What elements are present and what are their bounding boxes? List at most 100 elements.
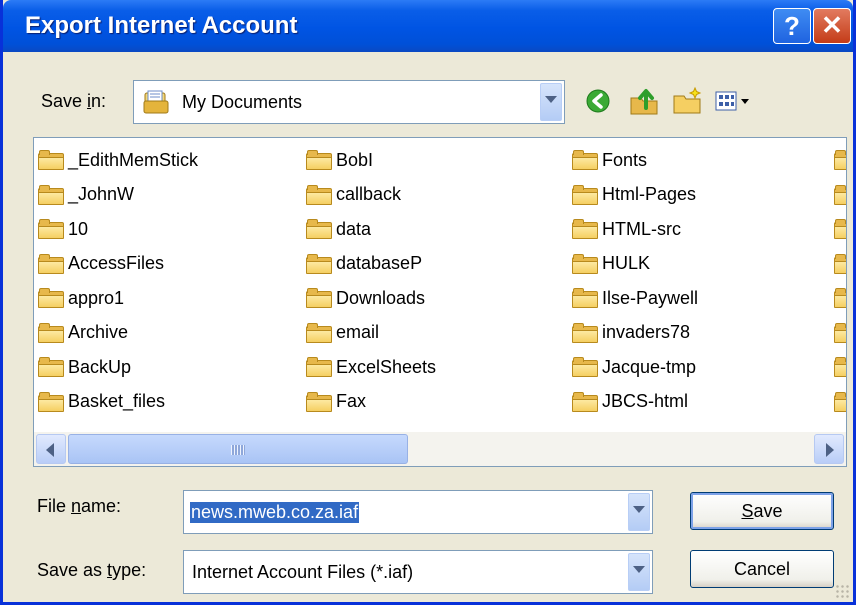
folder-icon [834,391,846,412]
list-item-label: Jacque-tmp [602,356,697,377]
list-item[interactable]: Jacque-tmp [572,351,696,383]
file-name-value[interactable]: news.mweb.co.za.iaf [190,502,360,523]
folder-icon [306,184,332,205]
arrow-right-icon [826,443,834,457]
list-item-label: data [336,218,372,239]
resize-grip-icon[interactable] [835,584,849,598]
save-as-type-dropdown[interactable]: Internet Account Files (*.iaf) [183,550,653,594]
chevron-down-icon [633,566,645,573]
list-item-label: Fax [336,391,367,411]
scroll-left-button[interactable] [36,434,66,464]
list-item[interactable]: email [306,317,379,349]
folder-icon [38,357,64,377]
arrow-left-icon [46,443,54,457]
view-menu-icon[interactable] [711,84,755,118]
list-item[interactable]: Fonts [572,144,647,176]
back-icon[interactable] [581,84,615,118]
list-item[interactable]: Basket_files [38,386,165,418]
folder-icon [572,288,598,308]
file-list[interactable]: _EdithMemStick _JohnW 10 AccessFiles appro1 A… [33,137,847,467]
list-item[interactable]: appro1 [38,282,124,314]
file-name-field[interactable]: news.mweb.co.za.iaf [183,490,653,534]
folder-icon [306,391,332,412]
save-in-value: My Documents [182,92,303,112]
folder-icon [834,322,846,343]
folder-icon [572,219,598,239]
folder-icon [572,322,598,343]
scrollbar-thumb[interactable] [68,434,408,464]
folder-icon [38,322,64,343]
list-item[interactable]: data [306,213,371,245]
list-item[interactable]: Html-Pages [572,179,696,211]
save-in-dropdown-button[interactable] [540,83,562,121]
list-item-label: HULK [602,253,651,273]
help-button[interactable]: ? [773,8,811,44]
folder-icon [572,184,598,205]
folder-icon [38,391,64,412]
folder-icon [834,150,846,170]
list-item[interactable]: _EdithMemStick [38,144,198,176]
folder-icon [38,150,64,170]
list-item[interactable]: databaseP [306,248,422,280]
folder-icon [38,219,64,239]
list-item-label: Archive [68,322,129,342]
save-in-label: Save in: [41,91,107,111]
save-button[interactable]: Save [690,492,834,530]
list-item-label: callback [336,184,402,204]
folder-icon [572,150,598,170]
save-as-type-dropdown-button[interactable] [628,553,650,591]
list-item-label: Ilse-Paywell [602,287,699,308]
list-item-label: ExcelSheets [336,356,437,377]
list-item-label: AccessFiles [68,253,165,273]
list-item[interactable]: 10 [38,213,88,245]
save-as-type-label: Save as type: [37,560,147,580]
horizontal-scrollbar[interactable] [34,432,846,466]
list-item-label: HTML-src [602,218,681,239]
list-item[interactable]: AccessFiles [38,248,164,280]
list-item-label: email [336,322,380,342]
cancel-button[interactable]: Cancel [690,550,834,588]
folder-icon [834,184,846,205]
list-item-label: Html-Pages [602,184,697,204]
folder-icon [306,150,332,170]
folder-icon [306,357,332,377]
list-item-label: BobI [336,149,374,170]
list-item[interactable]: callback [306,179,401,211]
list-item-label: databaseP [336,253,423,273]
list-item[interactable]: JBCS-html [572,386,688,418]
folder-icon [306,219,332,239]
title-bar[interactable]: Export Internet Account ? ✕ [3,0,853,52]
folder-icon [306,288,332,308]
up-folder-icon[interactable] [627,84,661,118]
folder-icon [572,253,598,274]
list-item-label: _JohnW [68,184,135,204]
folder-icon [38,253,64,274]
list-item[interactable]: ExcelSheets [306,351,436,383]
list-item[interactable]: BobI [306,144,373,176]
chevron-down-icon [633,506,645,513]
save-as-type-value: Internet Account Files (*.iaf) [192,562,414,582]
folder-icon [834,288,846,308]
list-item[interactable]: BackUp [38,351,131,383]
list-item[interactable]: HULK [572,248,650,280]
list-item[interactable]: invaders78 [572,317,690,349]
list-item[interactable]: Fax [306,386,366,418]
list-item[interactable]: HTML-src [572,213,681,245]
folder-icon [834,253,846,274]
list-item[interactable]: Archive [38,317,128,349]
new-folder-icon[interactable] [671,84,705,118]
list-item-label: Fonts [602,149,648,170]
list-item-label: Basket_files [68,391,166,411]
list-item[interactable]: Ilse-Paywell [572,282,698,314]
list-item-label: JBCS-html [602,391,689,411]
folder-icon [38,184,64,205]
folder-icon [306,322,332,343]
file-name-dropdown-button[interactable] [628,493,650,531]
list-item[interactable]: Downloads [306,282,425,314]
close-button[interactable]: ✕ [813,8,851,44]
folder-icon [306,253,332,274]
scroll-right-button[interactable] [814,434,844,464]
list-item-label: appro1 [68,287,125,308]
save-in-dropdown[interactable]: My Documents [133,80,565,124]
list-item[interactable]: _JohnW [38,179,134,211]
